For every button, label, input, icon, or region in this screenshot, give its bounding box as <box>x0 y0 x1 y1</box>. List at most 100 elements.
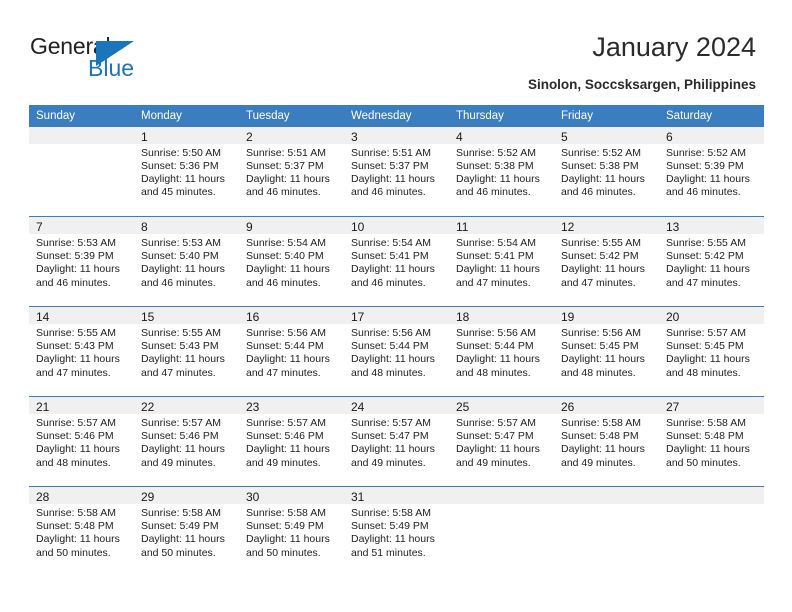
sunrise-text: Sunrise: 5:58 AM <box>561 417 641 429</box>
day-number-band: 18 <box>449 307 554 324</box>
day-details: Sunrise: 5:55 AM Sunset: 5:42 PM Daylight:… <box>554 234 659 290</box>
calendar-day-cell[interactable]: 22 Sunrise: 5:57 AM Sunset: 5:46 PM Dayligh… <box>134 396 239 487</box>
calendar-day-cell[interactable]: 10 Sunrise: 5:54 AM Sunset: 5:41 PM Dayligh… <box>344 216 449 307</box>
sunrise-text: Sunrise: 5:58 AM <box>666 417 746 429</box>
sunset-text: Sunset: 5:49 PM <box>141 520 219 533</box>
daylight-text-line1: Daylight: 11 hours <box>246 263 330 276</box>
calendar-day-cell[interactable]: 4 Sunrise: 5:52 AM Sunset: 5:38 PM Daylight… <box>449 126 554 217</box>
calendar-day-cell[interactable]: 3 Sunrise: 5:51 AM Sunset: 5:37 PM Daylight… <box>344 126 449 217</box>
weekday-header-thursday: Thursday <box>449 105 554 127</box>
calendar-day-cell[interactable]: 24 Sunrise: 5:57 AM Sunset: 5:47 PM Dayligh… <box>344 396 449 487</box>
calendar-day-cell[interactable]: 15 Sunrise: 5:55 AM Sunset: 5:43 PM Dayligh… <box>134 306 239 397</box>
day-number-band: 25 <box>449 397 554 414</box>
day-number-band: 26 <box>554 397 659 414</box>
calendar-week-row: 21 Sunrise: 5:57 AM Sunset: 5:46 PM Dayligh… <box>29 396 764 487</box>
calendar-day-cell[interactable]: 7 Sunrise: 5:53 AM Sunset: 5:39 PM Daylight… <box>29 216 134 307</box>
day-details: Sunrise: 5:51 AM Sunset: 5:37 PM Daylight:… <box>239 144 344 200</box>
day-number-band: 27 <box>659 397 764 414</box>
calendar-day-cell[interactable]: 26 Sunrise: 5:58 AM Sunset: 5:48 PM Dayligh… <box>554 396 659 487</box>
daylight-text-line2: and 46 minutes. <box>456 186 531 199</box>
calendar-day-cell[interactable]: 8 Sunrise: 5:53 AM Sunset: 5:40 PM Daylight… <box>134 216 239 307</box>
sunrise-text: Sunrise: 5:55 AM <box>141 327 221 339</box>
day-cell-inner: 22 Sunrise: 5:57 AM Sunset: 5:46 PM Dayligh… <box>134 397 239 486</box>
weekday-header-saturday: Saturday <box>659 105 764 127</box>
day-cell-inner: 8 Sunrise: 5:53 AM Sunset: 5:40 PM Daylight… <box>134 217 239 306</box>
calendar-day-cell[interactable]: 13 Sunrise: 5:55 AM Sunset: 5:42 PM Dayligh… <box>659 216 764 307</box>
calendar-day-cell[interactable]: 28 Sunrise: 5:58 AM Sunset: 5:48 PM Dayligh… <box>29 486 134 576</box>
day-number-band: 4 <box>449 126 554 144</box>
day-cell-inner: 17 Sunrise: 5:56 AM Sunset: 5:44 PM Dayligh… <box>344 307 449 396</box>
day-number: 17 <box>351 310 365 324</box>
weekday-header-tuesday: Tuesday <box>239 105 344 127</box>
calendar-week-row: 28 Sunrise: 5:58 AM Sunset: 5:48 PM Dayligh… <box>29 486 764 576</box>
day-number-band: 30 <box>239 487 344 504</box>
daylight-text-line2: and 47 minutes. <box>561 276 636 289</box>
calendar-day-cell-empty <box>29 126 134 217</box>
calendar-day-cell[interactable]: 19 Sunrise: 5:56 AM Sunset: 5:45 PM Dayligh… <box>554 306 659 397</box>
day-cell-inner: 9 Sunrise: 5:54 AM Sunset: 5:40 PM Daylight… <box>239 217 344 306</box>
day-details: Sunrise: 5:55 AM Sunset: 5:43 PM Daylight:… <box>134 324 239 380</box>
daylight-text-line2: and 49 minutes. <box>561 456 636 469</box>
day-details: Sunrise: 5:57 AM Sunset: 5:46 PM Daylight:… <box>134 414 239 470</box>
day-cell-inner: 23 Sunrise: 5:57 AM Sunset: 5:46 PM Dayligh… <box>239 397 344 486</box>
day-details: Sunrise: 5:52 AM Sunset: 5:39 PM Daylight:… <box>659 144 764 200</box>
calendar-day-cell[interactable]: 1 Sunrise: 5:50 AM Sunset: 5:36 PM Daylight… <box>134 126 239 217</box>
day-number-band: 8 <box>134 217 239 234</box>
day-cell-inner: 25 Sunrise: 5:57 AM Sunset: 5:47 PM Dayligh… <box>449 397 554 486</box>
daylight-text-line2: and 48 minutes. <box>456 366 531 379</box>
sunset-text: Sunset: 5:37 PM <box>246 159 324 172</box>
calendar-body: 1 Sunrise: 5:50 AM Sunset: 5:36 PM Daylight… <box>29 126 764 576</box>
day-number-band: 22 <box>134 397 239 414</box>
sunset-text: Sunset: 5:49 PM <box>246 520 324 533</box>
day-number: 15 <box>141 310 155 324</box>
day-number: 19 <box>561 310 575 324</box>
day-details: Sunrise: 5:52 AM Sunset: 5:38 PM Daylight:… <box>449 144 554 200</box>
day-cell-inner: 3 Sunrise: 5:51 AM Sunset: 5:37 PM Daylight… <box>344 126 449 216</box>
daylight-text-line1: Daylight: 11 hours <box>456 172 540 185</box>
page-subtitle-location: Sinolon, Soccsksargen, Philippines <box>527 77 756 92</box>
day-details: Sunrise: 5:54 AM Sunset: 5:41 PM Daylight:… <box>344 234 449 290</box>
day-details: Sunrise: 5:50 AM Sunset: 5:36 PM Daylight:… <box>134 144 239 200</box>
day-cell-inner <box>659 487 764 576</box>
calendar-day-cell[interactable]: 12 Sunrise: 5:55 AM Sunset: 5:42 PM Dayligh… <box>554 216 659 307</box>
daylight-text-line1: Daylight: 11 hours <box>456 263 540 276</box>
sunset-text: Sunset: 5:37 PM <box>351 159 429 172</box>
sunrise-text: Sunrise: 5:54 AM <box>246 237 326 249</box>
calendar-day-cell[interactable]: 6 Sunrise: 5:52 AM Sunset: 5:39 PM Daylight… <box>659 126 764 217</box>
calendar-day-cell[interactable]: 29 Sunrise: 5:58 AM Sunset: 5:49 PM Dayligh… <box>134 486 239 576</box>
day-number: 12 <box>561 220 575 234</box>
calendar-day-cell[interactable]: 11 Sunrise: 5:54 AM Sunset: 5:41 PM Dayligh… <box>449 216 554 307</box>
sunrise-text: Sunrise: 5:58 AM <box>36 507 116 519</box>
calendar-day-cell[interactable]: 23 Sunrise: 5:57 AM Sunset: 5:46 PM Dayligh… <box>239 396 344 487</box>
calendar-day-cell[interactable]: 27 Sunrise: 5:58 AM Sunset: 5:48 PM Dayligh… <box>659 396 764 487</box>
day-details: Sunrise: 5:58 AM Sunset: 5:48 PM Daylight:… <box>554 414 659 470</box>
sunset-text: Sunset: 5:41 PM <box>456 250 534 263</box>
daylight-text-line2: and 47 minutes. <box>141 366 216 379</box>
sunrise-text: Sunrise: 5:57 AM <box>666 327 746 339</box>
day-number: 2 <box>246 129 253 144</box>
day-number-band: 24 <box>344 397 449 414</box>
daylight-text-line2: and 49 minutes. <box>246 456 321 469</box>
sunrise-text: Sunrise: 5:50 AM <box>141 146 221 159</box>
calendar-day-cell[interactable]: 2 Sunrise: 5:51 AM Sunset: 5:37 PM Daylight… <box>239 126 344 217</box>
sunset-text: Sunset: 5:41 PM <box>351 250 429 263</box>
day-details: Sunrise: 5:58 AM Sunset: 5:49 PM Daylight:… <box>344 504 449 560</box>
day-details: Sunrise: 5:56 AM Sunset: 5:45 PM Daylight:… <box>554 324 659 380</box>
calendar-day-cell[interactable]: 25 Sunrise: 5:57 AM Sunset: 5:47 PM Dayligh… <box>449 396 554 487</box>
sunrise-text: Sunrise: 5:57 AM <box>246 417 326 429</box>
general-blue-logo[interactable]: General Blue <box>30 33 210 81</box>
sunrise-text: Sunrise: 5:56 AM <box>351 327 431 339</box>
calendar-day-cell[interactable]: 18 Sunrise: 5:56 AM Sunset: 5:44 PM Dayligh… <box>449 306 554 397</box>
sunset-text: Sunset: 5:49 PM <box>351 520 429 533</box>
calendar-day-cell[interactable]: 9 Sunrise: 5:54 AM Sunset: 5:40 PM Daylight… <box>239 216 344 307</box>
calendar-day-cell[interactable]: 14 Sunrise: 5:55 AM Sunset: 5:43 PM Dayligh… <box>29 306 134 397</box>
calendar-day-cell[interactable]: 30 Sunrise: 5:58 AM Sunset: 5:49 PM Dayligh… <box>239 486 344 576</box>
calendar-day-cell[interactable]: 17 Sunrise: 5:56 AM Sunset: 5:44 PM Dayligh… <box>344 306 449 397</box>
calendar-day-cell[interactable]: 31 Sunrise: 5:58 AM Sunset: 5:49 PM Dayligh… <box>344 486 449 576</box>
day-number-band: 2 <box>239 126 344 144</box>
calendar-day-cell[interactable]: 16 Sunrise: 5:56 AM Sunset: 5:44 PM Dayligh… <box>239 306 344 397</box>
daylight-text-line2: and 50 minutes. <box>666 456 741 469</box>
calendar-day-cell[interactable]: 5 Sunrise: 5:52 AM Sunset: 5:38 PM Daylight… <box>554 126 659 217</box>
calendar-day-cell[interactable]: 21 Sunrise: 5:57 AM Sunset: 5:46 PM Dayligh… <box>29 396 134 487</box>
calendar-day-cell[interactable]: 20 Sunrise: 5:57 AM Sunset: 5:45 PM Dayligh… <box>659 306 764 397</box>
